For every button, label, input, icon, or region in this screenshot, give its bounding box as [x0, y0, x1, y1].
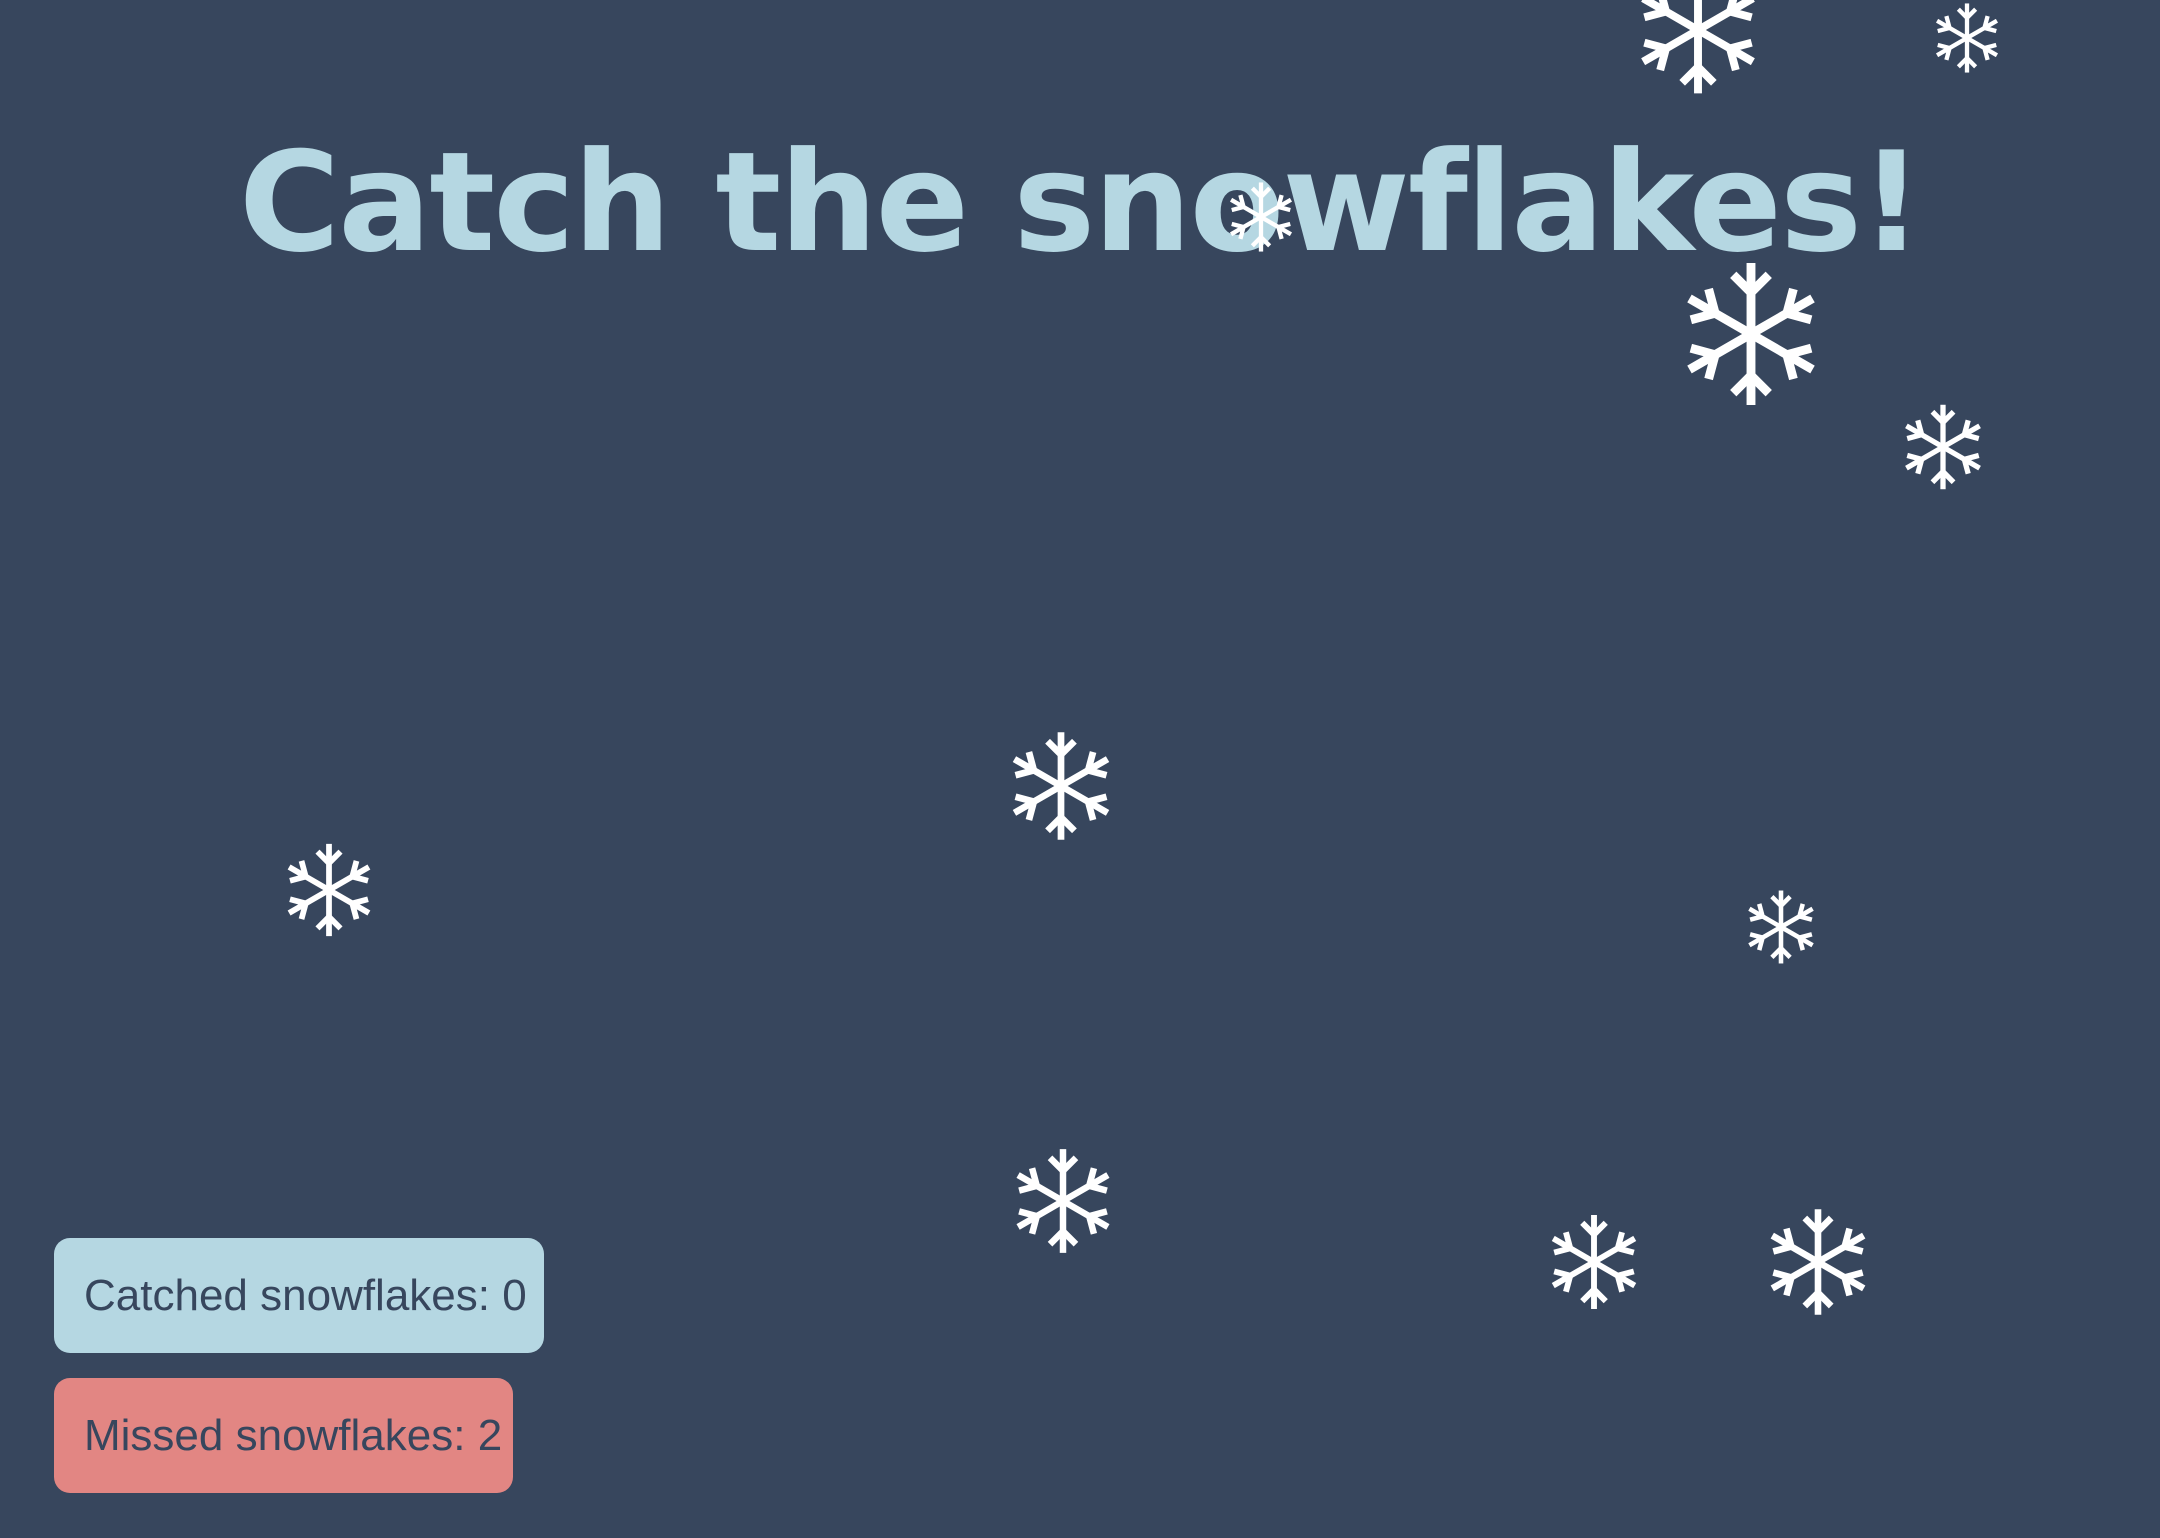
- snowflake-icon[interactable]: [1743, 889, 1819, 965]
- snowflake-icon[interactable]: [1763, 1207, 1873, 1317]
- page-title: Catch the snowflakes!: [238, 122, 1923, 283]
- snowflake-icon[interactable]: [281, 842, 377, 938]
- snowflake-icon[interactable]: [1899, 403, 1987, 491]
- snowflake-icon[interactable]: [1005, 730, 1117, 842]
- snowflake-icon[interactable]: [1931, 2, 2003, 74]
- catched-counter: Catched snowflakes: 0: [54, 1238, 544, 1353]
- game-stage[interactable]: Catch the snowflakes! Catched snowflakes…: [0, 0, 2160, 1538]
- snowflake-icon[interactable]: [1545, 1213, 1643, 1311]
- missed-counter: Missed snowflakes: 2: [54, 1378, 513, 1493]
- snowflake-icon[interactable]: [1632, 0, 1764, 96]
- snowflake-icon[interactable]: [1009, 1147, 1117, 1255]
- snowflake-icon[interactable]: [1225, 181, 1297, 253]
- snowflake-icon[interactable]: [1677, 260, 1825, 408]
